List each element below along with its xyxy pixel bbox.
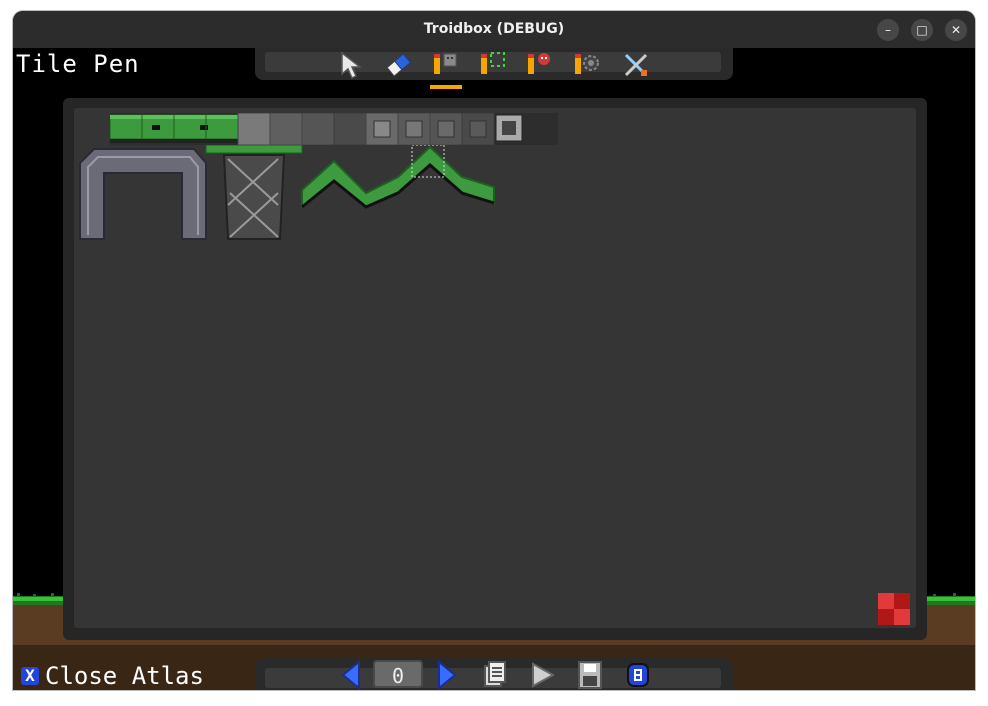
gray-block-tiles xyxy=(237,113,523,145)
active-tool-indicator xyxy=(430,85,462,89)
tools-icon[interactable] xyxy=(621,50,651,80)
maximize-button[interactable]: □ xyxy=(911,19,933,41)
b-icon[interactable] xyxy=(623,660,653,690)
red-checker-block xyxy=(878,593,910,625)
entity-pen-icon[interactable] xyxy=(524,50,554,80)
minimize-button[interactable]: – xyxy=(877,19,899,41)
select-arrow-icon[interactable] xyxy=(336,50,366,80)
game-viewport[interactable]: Tile Pen X Close Atlas 0 xyxy=(13,48,975,690)
clipboard-icon[interactable] xyxy=(479,660,509,690)
eraser-icon[interactable] xyxy=(383,50,413,80)
window-title: Troidbox (DEBUG) xyxy=(423,21,565,37)
settings-pen-icon[interactable] xyxy=(571,50,601,80)
tile-select-pen-icon[interactable] xyxy=(477,50,507,80)
close-atlas-label: Close Atlas xyxy=(45,662,204,690)
mode-label: Tile Pen xyxy=(16,50,140,78)
tile-pen-icon[interactable] xyxy=(430,50,460,80)
green-zigzag-tile xyxy=(301,145,495,210)
next-page-icon[interactable] xyxy=(431,660,461,690)
close-atlas-icon: X xyxy=(21,667,39,685)
close-window-button[interactable]: ✕ xyxy=(945,19,967,41)
tile-shapes-row[interactable] xyxy=(78,145,498,241)
play-icon[interactable] xyxy=(527,660,557,690)
lattice-tower-tile xyxy=(205,145,303,240)
prev-page-icon[interactable] xyxy=(337,660,367,690)
page-number-field[interactable]: 0 xyxy=(373,660,423,688)
green-pipe-tiles xyxy=(110,114,239,143)
gray-arch-tile xyxy=(79,148,207,240)
save-icon[interactable] xyxy=(575,660,605,690)
title-bar[interactable]: Troidbox (DEBUG) – □ ✕ xyxy=(13,11,975,48)
tile-strip-row[interactable] xyxy=(110,113,558,145)
close-atlas-button[interactable]: X Close Atlas xyxy=(21,662,204,690)
app-window: Troidbox (DEBUG) – □ ✕ Tile Pen X Close … xyxy=(13,11,975,690)
